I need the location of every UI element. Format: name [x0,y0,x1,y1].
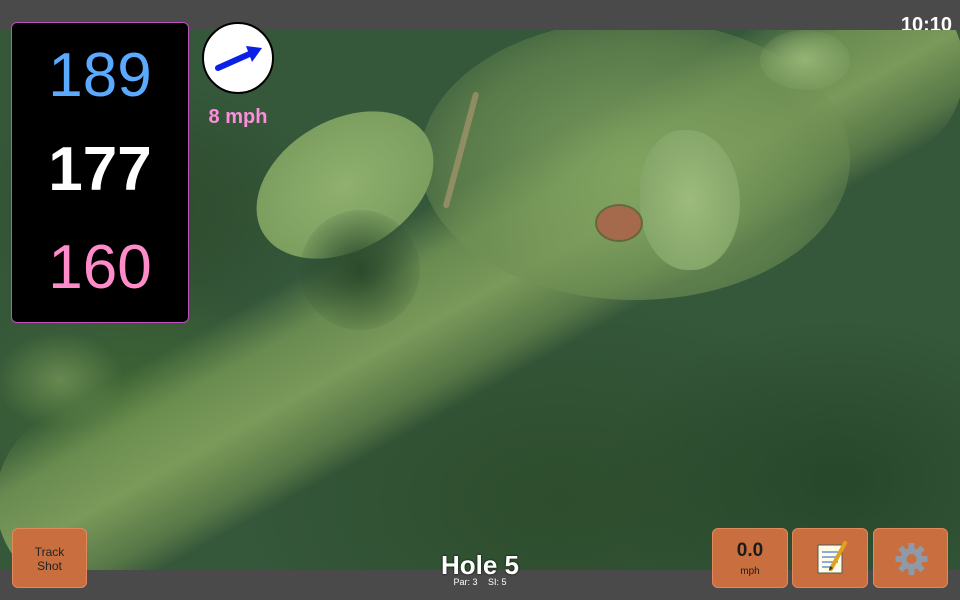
next-tee [760,30,850,90]
settings-button[interactable] [873,528,948,588]
tree-cluster [300,210,420,330]
notepad-icon [817,541,847,574]
arrow-right-up-icon [215,46,262,71]
speed-unit: mph [740,566,760,577]
front-yardage: 160 [48,233,152,302]
track-shot-button[interactable]: Track Shot [12,528,87,588]
yardage-panel: 189 177 160 [11,22,189,323]
putting-green [640,130,740,270]
notes-button[interactable] [792,528,868,588]
stroke-index-label: SI: 5 [488,577,507,587]
par-label: Par: 3 [453,577,478,587]
gear-icon [895,543,928,575]
wind-indicator [202,22,274,94]
back-yardage: 189 [48,41,152,110]
hole-title: Hole 5 [440,550,520,580]
track-shot-label-line1: Track [34,545,65,559]
track-shot-label-line2: Shot [37,559,62,573]
speed-button[interactable]: 0.0 mph [712,528,788,588]
middle-yardage: 177 [48,135,152,204]
bunker [597,206,641,240]
hole-meta: Par: 3 SI: 5 [380,577,580,587]
speed-value: 0.0 [736,540,764,561]
wind-speed: 8 mph [208,106,268,128]
